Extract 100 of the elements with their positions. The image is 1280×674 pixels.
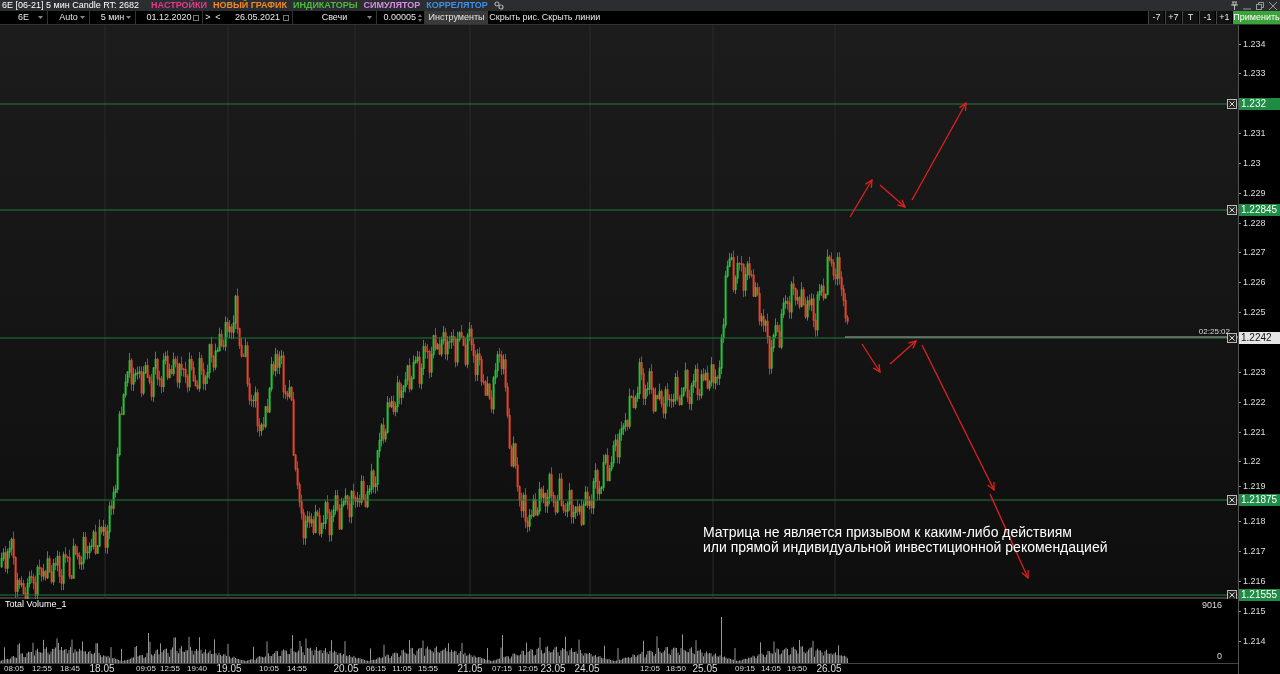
price-label: 1.21555: [1239, 589, 1280, 601]
axis-label: 09:15: [735, 665, 755, 673]
dropdown[interactable]: 5 мин: [90, 11, 136, 24]
axis-label: 1.228: [1243, 218, 1266, 228]
tick-mark: [1239, 461, 1241, 463]
tick-mark: [1239, 371, 1241, 373]
tick-mark: [1239, 133, 1241, 135]
price-label: 1.21875: [1239, 494, 1280, 506]
restore-icon[interactable]: [1256, 1, 1264, 10]
axis-label: 06:15: [366, 665, 386, 673]
tick-mark: [1239, 550, 1241, 552]
menu-link[interactable]: ИНДИКАТОРЫ: [293, 1, 358, 10]
menu-link[interactable]: КОРРЕЛЯТОР: [426, 1, 488, 10]
menu-link[interactable]: НОВЫЙ ГРАФИК: [213, 1, 287, 10]
axis-label: 12:55: [160, 665, 180, 673]
axis-label: 1.219: [1243, 482, 1266, 492]
axis-label: 1.223: [1243, 367, 1266, 377]
axis-label: 12:05: [518, 665, 538, 673]
pane-title: Total Volume_1: [5, 600, 67, 609]
axis-label: 1.225: [1243, 308, 1266, 318]
axis-label: 11:05: [392, 665, 412, 673]
time-label: 02:25:02: [1198, 328, 1230, 336]
close-icon[interactable]: [1227, 333, 1237, 343]
axis-label: 1.229: [1243, 188, 1266, 198]
price-label: 1.232: [1239, 98, 1280, 110]
calendar-icon: [193, 14, 199, 21]
close-icon[interactable]: [1227, 205, 1237, 215]
axis-label: 08:05: [4, 665, 24, 673]
axis-label: 14:55: [287, 665, 307, 673]
menu-link[interactable]: СИМУЛЯТОР: [363, 1, 421, 10]
axis-label: 1.215: [1243, 606, 1266, 616]
price-label: 1.22845: [1239, 204, 1280, 216]
toolbar-button[interactable]: Скрыть рис.: [488, 11, 541, 24]
tick-mark: [1239, 162, 1241, 164]
price-label: 1.2242: [1239, 332, 1280, 344]
axis-label: 19:40: [187, 665, 207, 673]
tick-mark: [1239, 610, 1241, 612]
axis-label: 18:50: [666, 665, 686, 673]
tick-mark: [1239, 640, 1241, 642]
axis-label: 1.23: [1243, 158, 1261, 168]
calendar-icon: [283, 14, 289, 21]
caret-icon: [38, 16, 43, 19]
axis-label: 21.05: [457, 664, 483, 674]
axis-label: 1.218: [1243, 517, 1266, 527]
toolbar-button[interactable]: Инструменты: [425, 11, 488, 24]
axis-label: 26.05: [816, 664, 842, 674]
axis-label: 24.05: [574, 664, 600, 674]
tick-mark: [1239, 282, 1241, 284]
axis-label: 07:15: [492, 665, 512, 673]
axis-label: 12:55: [32, 665, 52, 673]
close-icon[interactable]: [1227, 99, 1237, 109]
toolbar-button[interactable]: -7: [1148, 11, 1164, 24]
tick-mark: [1239, 222, 1241, 224]
axis-label: 1.214: [1243, 636, 1266, 646]
axis-label: 25.05: [692, 664, 718, 674]
spinner-arrows-icon: [418, 13, 422, 22]
axis-label: 1.231: [1243, 129, 1266, 139]
date-field[interactable]: 26.05.2021: [223, 11, 293, 24]
axis-label: 18.05: [89, 664, 115, 674]
axis-label: 1.227: [1243, 248, 1266, 258]
axis-label: 9016: [1201, 601, 1222, 610]
axis-label: 1.222: [1243, 397, 1266, 407]
toolbar-button[interactable]: -1: [1199, 11, 1215, 24]
axis-label: 1.233: [1243, 69, 1266, 79]
pin-icon[interactable]: [1231, 1, 1238, 10]
arrow: [849, 178, 873, 218]
tick-mark: [1239, 73, 1241, 75]
caret-icon: [80, 16, 85, 19]
tick-mark: [1239, 431, 1241, 433]
axis-label: 0: [1217, 652, 1222, 661]
dropdown[interactable]: Auto: [48, 11, 90, 24]
axis-label: 23.05: [540, 664, 566, 674]
axis-label: 19.05: [216, 664, 242, 674]
axis-label: 15:55: [418, 665, 438, 673]
axis-label: 1.22: [1243, 457, 1261, 467]
axis-label: 09:05: [136, 665, 156, 673]
axis-label: 1.226: [1243, 278, 1266, 288]
dropdown[interactable]: Свечи: [293, 11, 377, 24]
toolbar-button[interactable]: +1: [1216, 11, 1232, 24]
axis-label: 20.05: [333, 664, 359, 674]
toolbar-button[interactable]: +7: [1165, 11, 1181, 24]
menu-link[interactable]: НАСТРОЙКИ: [151, 1, 207, 10]
tick-mark: [1239, 580, 1241, 582]
arrow: [879, 184, 907, 208]
settings-icon[interactable]: [493, 1, 504, 10]
tick-mark: [1239, 252, 1241, 254]
dropdown[interactable]: 6E: [0, 11, 48, 24]
arrow: [889, 340, 918, 365]
axis-label: 18:45: [60, 665, 80, 673]
caret-icon: [126, 16, 131, 19]
tick-mark: [1239, 521, 1241, 523]
axis-label: 1.234: [1243, 39, 1266, 49]
tick-mark: [1239, 401, 1241, 403]
axis-label: 1.216: [1243, 576, 1266, 586]
close-icon[interactable]: [1227, 495, 1237, 505]
toolbar-button[interactable]: T: [1182, 11, 1198, 24]
toolbar-button[interactable]: Скрыть линии: [541, 11, 601, 24]
tick-mark: [1239, 192, 1241, 194]
arrow: [861, 343, 881, 374]
close-icon[interactable]: [1269, 1, 1277, 10]
